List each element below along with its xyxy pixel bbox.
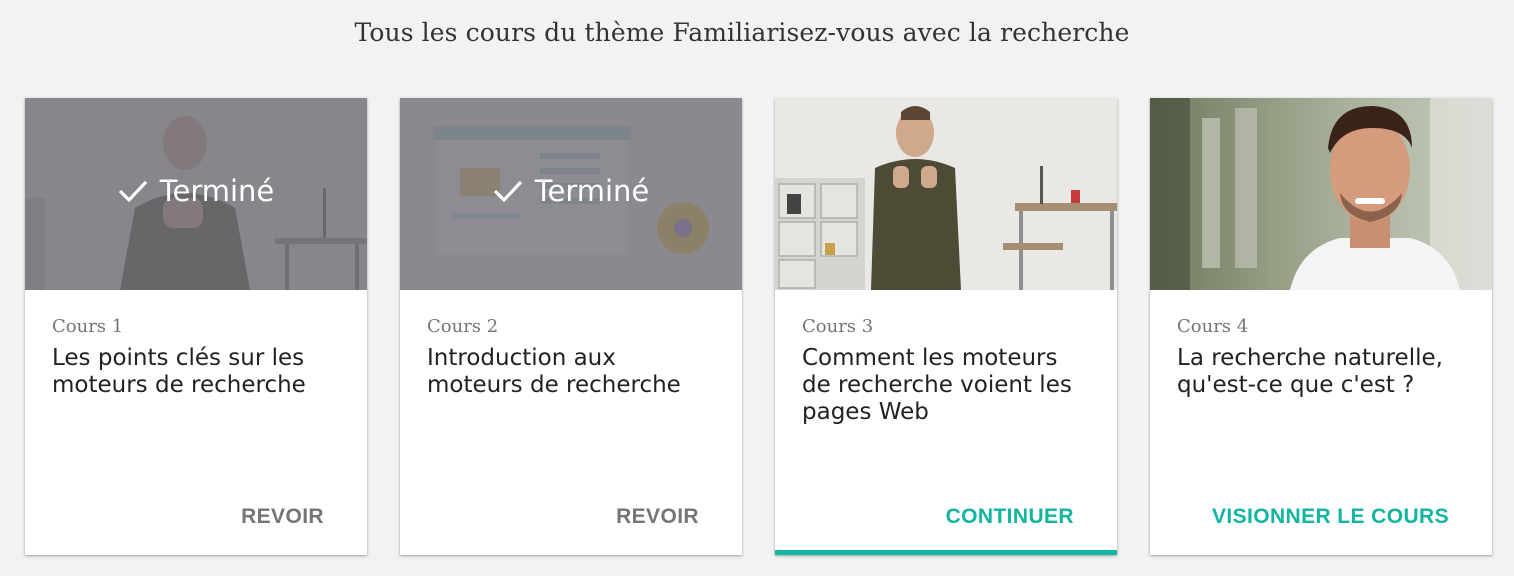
checkmark-icon [118, 180, 147, 203]
course-card-4[interactable]: Cours 4 La recherche naturelle, qu'est-c… [1150, 98, 1492, 555]
video-thumbnail-presenter [1150, 98, 1492, 290]
course-number: Cours 4 [1177, 316, 1249, 337]
continue-button[interactable]: CONTINUER [946, 505, 1074, 529]
course-title: Introduction aux moteurs de recherche [427, 345, 681, 398]
page-title: Tous les cours du thème Familiarisez-vou… [354, 18, 1130, 47]
course-title: La recherche naturelle, qu'est-ce que c'… [1177, 345, 1443, 398]
completed-overlay: Terminé [400, 98, 742, 290]
completed-label: Terminé [159, 174, 275, 208]
review-button[interactable]: REVOIR [241, 505, 324, 529]
course-number: Cours 2 [427, 316, 499, 337]
course-thumbnail[interactable]: Terminé [25, 98, 367, 290]
course-title: Les points clés sur les moteurs de reche… [52, 345, 306, 398]
video-thumbnail-presenter [775, 98, 1117, 290]
course-progress-bar [775, 550, 1117, 555]
course-thumbnail[interactable] [775, 98, 1117, 290]
course-card-3[interactable]: Cours 3 Comment les moteurs de recherche… [775, 98, 1117, 555]
watch-course-button[interactable]: VISIONNER LE COURS [1212, 505, 1449, 529]
course-card-1[interactable]: Terminé Cours 1 Les points clés sur les … [25, 98, 367, 555]
course-thumbnail[interactable] [1150, 98, 1492, 290]
course-thumbnail[interactable]: Terminé [400, 98, 742, 290]
checkmark-icon [493, 180, 522, 203]
review-button[interactable]: REVOIR [616, 505, 699, 529]
completed-label: Terminé [534, 174, 650, 208]
course-number: Cours 1 [52, 316, 124, 337]
course-card-2[interactable]: Terminé Cours 2 Introduction aux moteurs… [400, 98, 742, 555]
course-title: Comment les moteurs de recherche voient … [802, 345, 1072, 425]
completed-overlay: Terminé [25, 98, 367, 290]
course-number: Cours 3 [802, 316, 874, 337]
